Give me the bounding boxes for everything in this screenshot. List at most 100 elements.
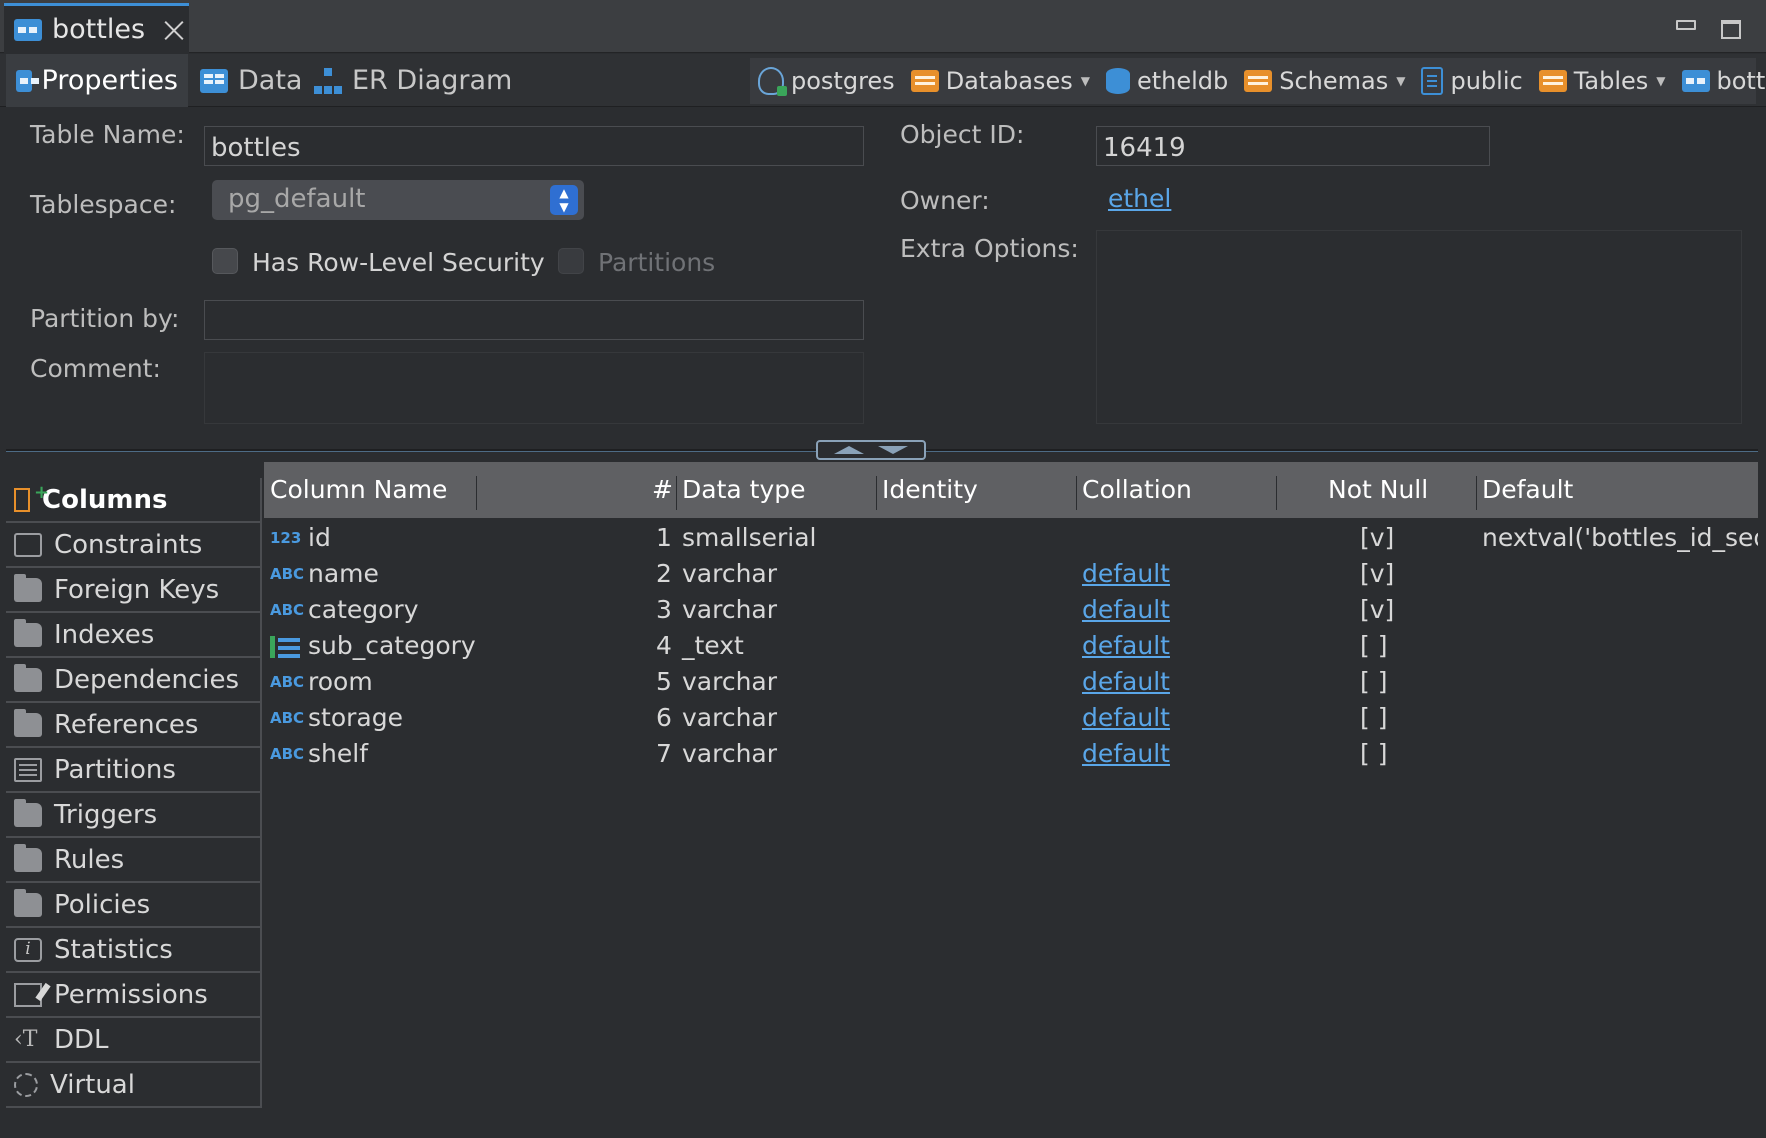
section-indexes[interactable]: Indexes [6, 613, 262, 658]
section-partitions[interactable]: Partitions [6, 748, 262, 793]
header-column-name[interactable]: Column Name [270, 462, 447, 518]
section-rules[interactable]: Rules [6, 838, 262, 883]
section-dependencies[interactable]: Dependencies [6, 658, 262, 703]
header-data-type[interactable]: Data type [682, 462, 806, 518]
cell-num[interactable]: 5 [656, 664, 672, 700]
table-row[interactable]: ABC shelf 7 varchar default [ ] [264, 736, 1758, 772]
cell-column-name[interactable]: category [308, 592, 419, 628]
cell-data-type[interactable]: _text [682, 628, 744, 664]
cell-num[interactable]: 4 [656, 628, 672, 664]
header-default[interactable]: Default [1482, 462, 1573, 518]
owner-link[interactable]: ethel [1108, 184, 1171, 213]
breadcrumb-bottles[interactable]: bottles [1681, 67, 1766, 95]
tab-er-diagram[interactable]: ER Diagram [304, 54, 522, 107]
header-identity[interactable]: Identity [882, 462, 978, 518]
chevron-down-icon[interactable]: ▼ [1081, 74, 1090, 88]
tab-properties[interactable]: Properties [6, 54, 188, 107]
editor-tab-bottles[interactable]: bottles [4, 3, 189, 53]
cell-not-null[interactable]: [v] [1360, 592, 1394, 628]
cell-default[interactable]: nextval('bottles_id_seq [1482, 520, 1758, 556]
cell-data-type[interactable]: varchar [682, 736, 777, 772]
table-row[interactable]: ABC category 3 varchar default [v] [264, 592, 1758, 628]
section-columns[interactable]: Columns [6, 478, 262, 523]
header-divider[interactable] [876, 476, 877, 510]
cell-not-null[interactable]: [v] [1360, 520, 1394, 556]
maximize-icon[interactable] [1721, 20, 1741, 39]
table-row[interactable]: ABC room 5 varchar default [ ] [264, 664, 1758, 700]
table-row[interactable]: ABC name 2 varchar default [v] [264, 556, 1758, 592]
cell-data-type[interactable]: varchar [682, 592, 777, 628]
cell-num[interactable]: 3 [656, 592, 672, 628]
breadcrumb-schemas[interactable]: Schemas ▼ [1244, 67, 1405, 95]
cell-data-type[interactable]: varchar [682, 664, 777, 700]
partition-by-field[interactable] [204, 300, 864, 340]
header-not-null[interactable]: Not Null [1328, 462, 1428, 518]
section-foreign-keys[interactable]: Foreign Keys [6, 568, 262, 613]
cell-num[interactable]: 6 [656, 700, 672, 736]
cell-collation[interactable]: default [1082, 664, 1170, 700]
cell-not-null[interactable]: [ ] [1360, 664, 1387, 700]
cell-column-name[interactable]: room [308, 664, 373, 700]
cell-column-name[interactable]: shelf [308, 736, 368, 772]
header-divider[interactable] [1076, 476, 1077, 510]
tab-data[interactable]: Data [190, 54, 312, 107]
breadcrumb-label: bottles [1716, 67, 1766, 95]
table-name-field[interactable]: bottles [204, 126, 864, 166]
breadcrumb-public[interactable]: public [1421, 67, 1523, 95]
breadcrumb-etheldb[interactable]: etheldb [1105, 67, 1228, 95]
cell-collation[interactable]: default [1082, 592, 1170, 628]
tablespace-select[interactable]: pg_default ▲ ▼ [212, 180, 584, 220]
breadcrumb-tables[interactable]: Tables ▼ [1538, 67, 1666, 95]
chevron-down-icon[interactable]: ▼ [1396, 74, 1405, 88]
cell-data-type[interactable]: varchar [682, 700, 777, 736]
section-references[interactable]: References [6, 703, 262, 748]
chevron-down-icon[interactable]: ▼ [1656, 74, 1665, 88]
table-row[interactable]: sub_category 4 _text default [ ] [264, 628, 1758, 664]
info-icon: i [14, 937, 42, 962]
breadcrumb-databases[interactable]: Databases ▼ [910, 67, 1090, 95]
cell-column-name[interactable]: sub_category [308, 628, 476, 664]
section-virtual[interactable]: Virtual [6, 1063, 262, 1108]
cell-column-name[interactable]: storage [308, 700, 403, 736]
cell-collation[interactable]: default [1082, 736, 1170, 772]
table-row[interactable]: ABC storage 6 varchar default [ ] [264, 700, 1758, 736]
cell-not-null[interactable]: [v] [1360, 556, 1394, 592]
cell-data-type[interactable]: smallserial [682, 520, 817, 556]
cell-data-type[interactable]: varchar [682, 556, 777, 592]
schemas-folder-icon [1244, 70, 1273, 92]
cell-collation[interactable]: default [1082, 628, 1170, 664]
cell-column-name[interactable]: name [308, 556, 379, 592]
header-num[interactable]: # [652, 462, 673, 518]
cell-not-null[interactable]: [ ] [1360, 700, 1387, 736]
breadcrumb-postgres[interactable]: postgres [758, 67, 895, 96]
cell-collation[interactable]: default [1082, 700, 1170, 736]
cell-num[interactable]: 1 [656, 520, 672, 556]
cell-column-name[interactable]: id [308, 520, 331, 556]
header-divider[interactable] [1476, 476, 1477, 510]
section-triggers[interactable]: Triggers [6, 793, 262, 838]
header-collation[interactable]: Collation [1082, 462, 1192, 518]
object-id-field[interactable]: 16419 [1096, 126, 1490, 166]
section-policies[interactable]: Policies [6, 883, 262, 928]
cell-num[interactable]: 7 [656, 736, 672, 772]
table-row[interactable]: 123 id 1 smallserial [v] nextval('bottle… [264, 520, 1758, 556]
header-divider[interactable] [1276, 476, 1277, 510]
close-icon[interactable] [163, 19, 185, 41]
minimize-icon[interactable] [1676, 20, 1696, 30]
row-level-security-checkbox[interactable] [212, 248, 238, 274]
cell-collation[interactable]: default [1082, 556, 1170, 592]
section-ddl[interactable]: ‹T DDL [6, 1018, 262, 1063]
header-divider[interactable] [476, 476, 477, 510]
partitions-checkbox[interactable] [558, 248, 584, 274]
splitter-toggle-icon[interactable] [816, 440, 926, 460]
cell-not-null[interactable]: [ ] [1360, 628, 1387, 664]
cell-num[interactable]: 2 [656, 556, 672, 592]
cell-not-null[interactable]: [ ] [1360, 736, 1387, 772]
section-statistics[interactable]: i Statistics [6, 928, 262, 973]
section-constraints[interactable]: Constraints [6, 523, 262, 568]
section-permissions[interactable]: Permissions [6, 973, 262, 1018]
header-divider[interactable] [676, 476, 677, 510]
extra-options-field[interactable] [1096, 230, 1742, 424]
text-type-icon: ABC [270, 565, 305, 583]
comment-field[interactable] [204, 352, 864, 424]
